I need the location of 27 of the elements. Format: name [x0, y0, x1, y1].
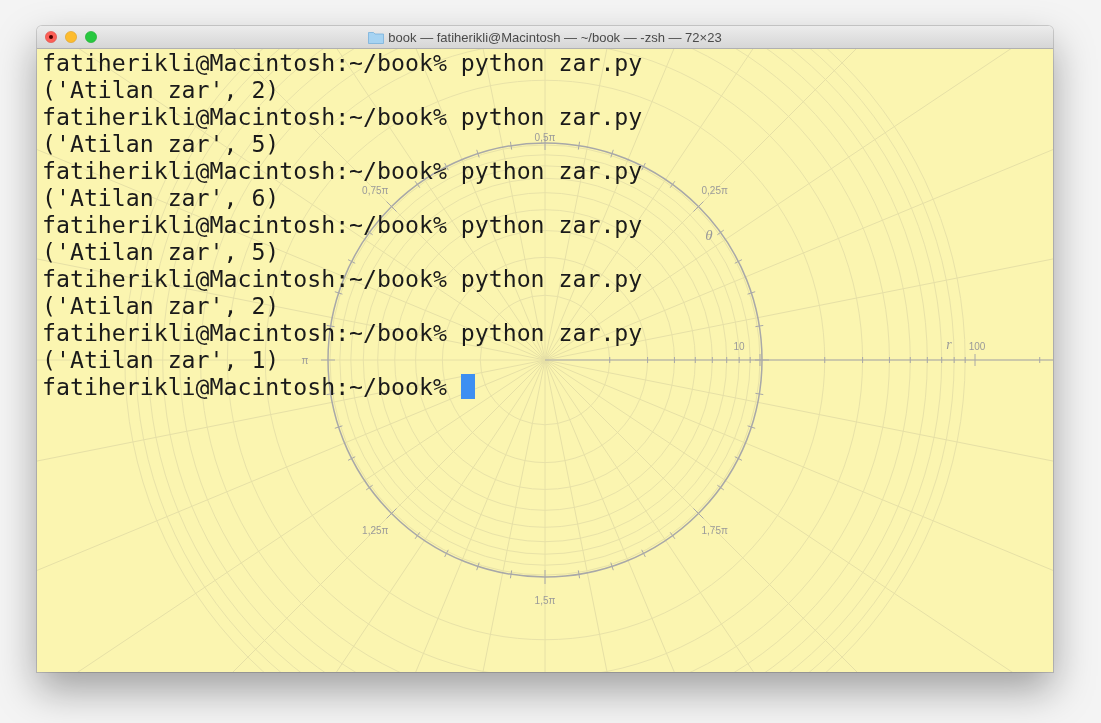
radius-axis-label: r [946, 337, 952, 352]
window-control-icon[interactable] [45, 31, 57, 43]
terminal-line: ('Atilan zar', 2) [42, 76, 280, 103]
angle-axis-label: θ [705, 227, 713, 243]
terminal-line: ('Atilan zar', 6) [42, 184, 280, 211]
folder-icon [368, 30, 385, 44]
terminal-line: fatiherikli@Macintosh:~/book% python zar.py [42, 103, 643, 130]
angle-label: 0,5π [534, 132, 556, 143]
terminal-line: ('Atilan zar', 5) [42, 130, 280, 157]
terminal-line: fatiherikli@Macintosh:~/book% python zar.py [42, 157, 643, 184]
terminal-line: fatiherikli@Macintosh:~/book% python zar.py [42, 211, 643, 238]
terminal-line: fatiherikli@Macintosh:~/book% python zar.py [42, 319, 643, 346]
terminal-line: fatiherikli@Macintosh:~/book% python zar.py [42, 49, 643, 76]
terminal-prompt: fatiherikli@Macintosh:~/book% [42, 373, 448, 400]
window-title: book — fatiherikli@Macintosh — ~/book — -zsh — 72×23 [388, 29, 722, 45]
radius-label: 100 [968, 341, 986, 352]
terminal-line: ('Atilan zar', 2) [42, 292, 280, 319]
angle-label: 0,25π [701, 185, 728, 197]
radius-label: 10 [733, 341, 745, 352]
angle-label: 1,75π [701, 524, 728, 536]
terminal-line: ('Atilan zar', 1) [42, 346, 280, 373]
terminal-line: ('Atilan zar', 5) [42, 238, 280, 265]
angle-label: π [301, 355, 309, 366]
terminal-line: fatiherikli@Macintosh:~/book% python zar.py [42, 265, 643, 292]
angle-label: 1,25π [362, 524, 389, 536]
angle-label: 0,75π [362, 185, 389, 197]
angle-label: 1,5π [534, 595, 556, 606]
